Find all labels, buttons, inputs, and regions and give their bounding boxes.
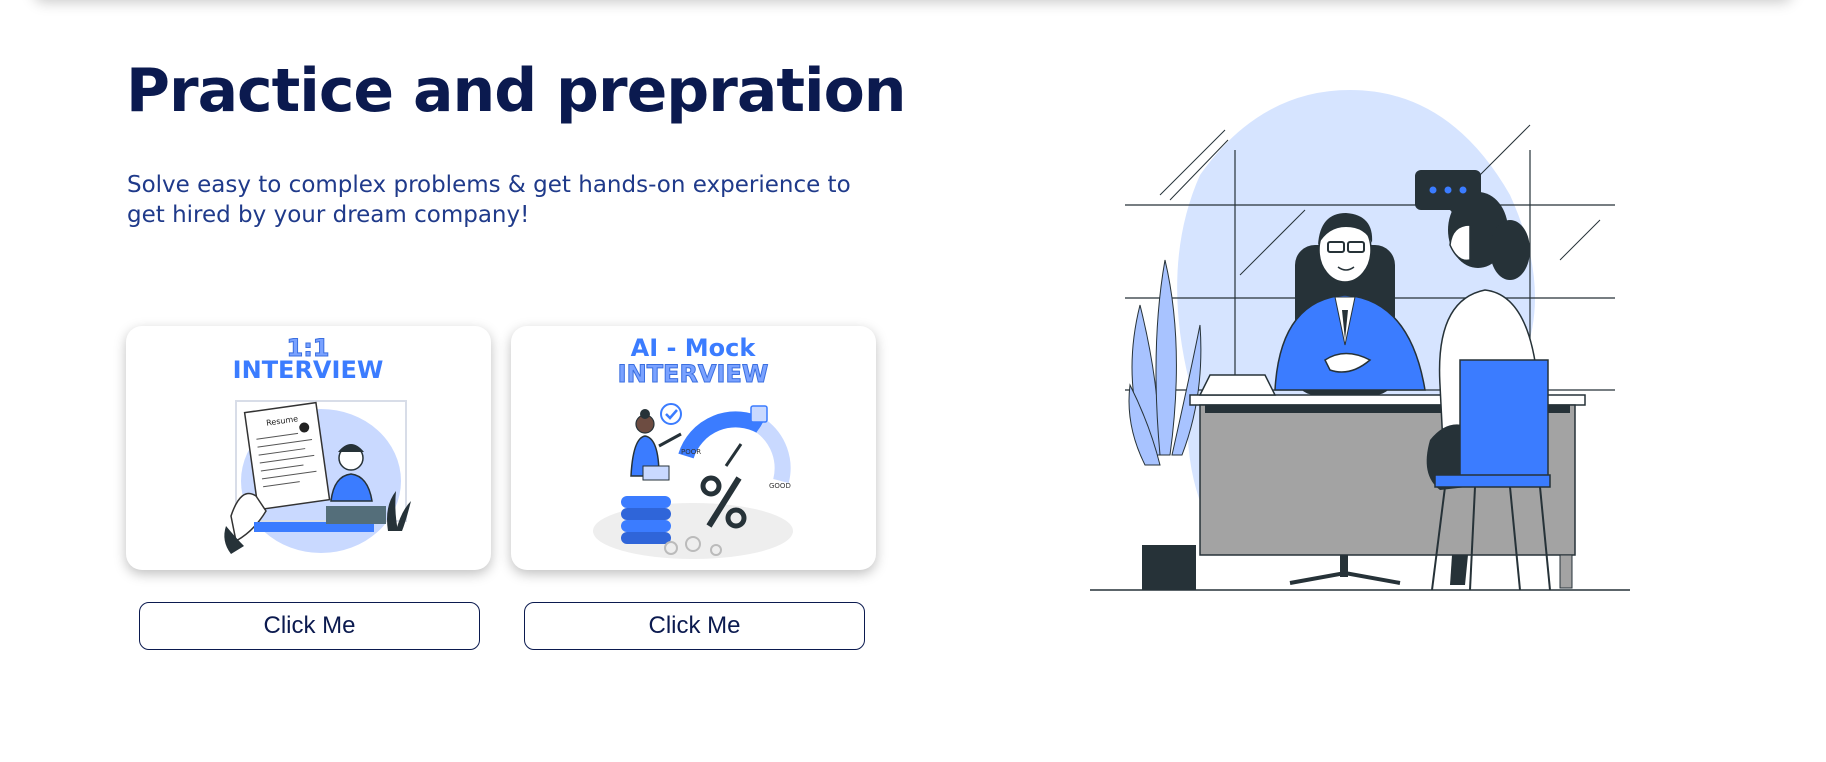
ai-mock-interview-illustration: AI - Mock INTERVIEW POOR GOOD — [593, 334, 793, 559]
card-heading-bottom: INTERVIEW — [233, 356, 384, 384]
gauge-poor-label: POOR — [681, 448, 701, 456]
interview-hero-illustration — [1090, 90, 1630, 591]
card-heading-bottom: INTERVIEW — [618, 360, 769, 388]
ai-mock-interview-card[interactable]: AI - Mock INTERVIEW POOR GOOD — [511, 326, 876, 570]
card-heading-top: AI - Mock — [631, 334, 757, 362]
one-on-one-interview-illustration: 1:1 INTERVIEW Resume — [224, 334, 411, 554]
page-title: Practice and prepration — [126, 56, 906, 126]
gauge-good-label: GOOD — [769, 482, 791, 490]
check-icon — [660, 403, 682, 425]
page-subtitle: Solve easy to complex problems & get han… — [127, 172, 851, 228]
ai-mock-interview-button[interactable]: Click Me — [524, 602, 865, 650]
one-on-one-interview-card[interactable]: 1:1 INTERVIEW Resume — [126, 326, 491, 570]
one-on-one-interview-button[interactable]: Click Me — [139, 602, 480, 650]
